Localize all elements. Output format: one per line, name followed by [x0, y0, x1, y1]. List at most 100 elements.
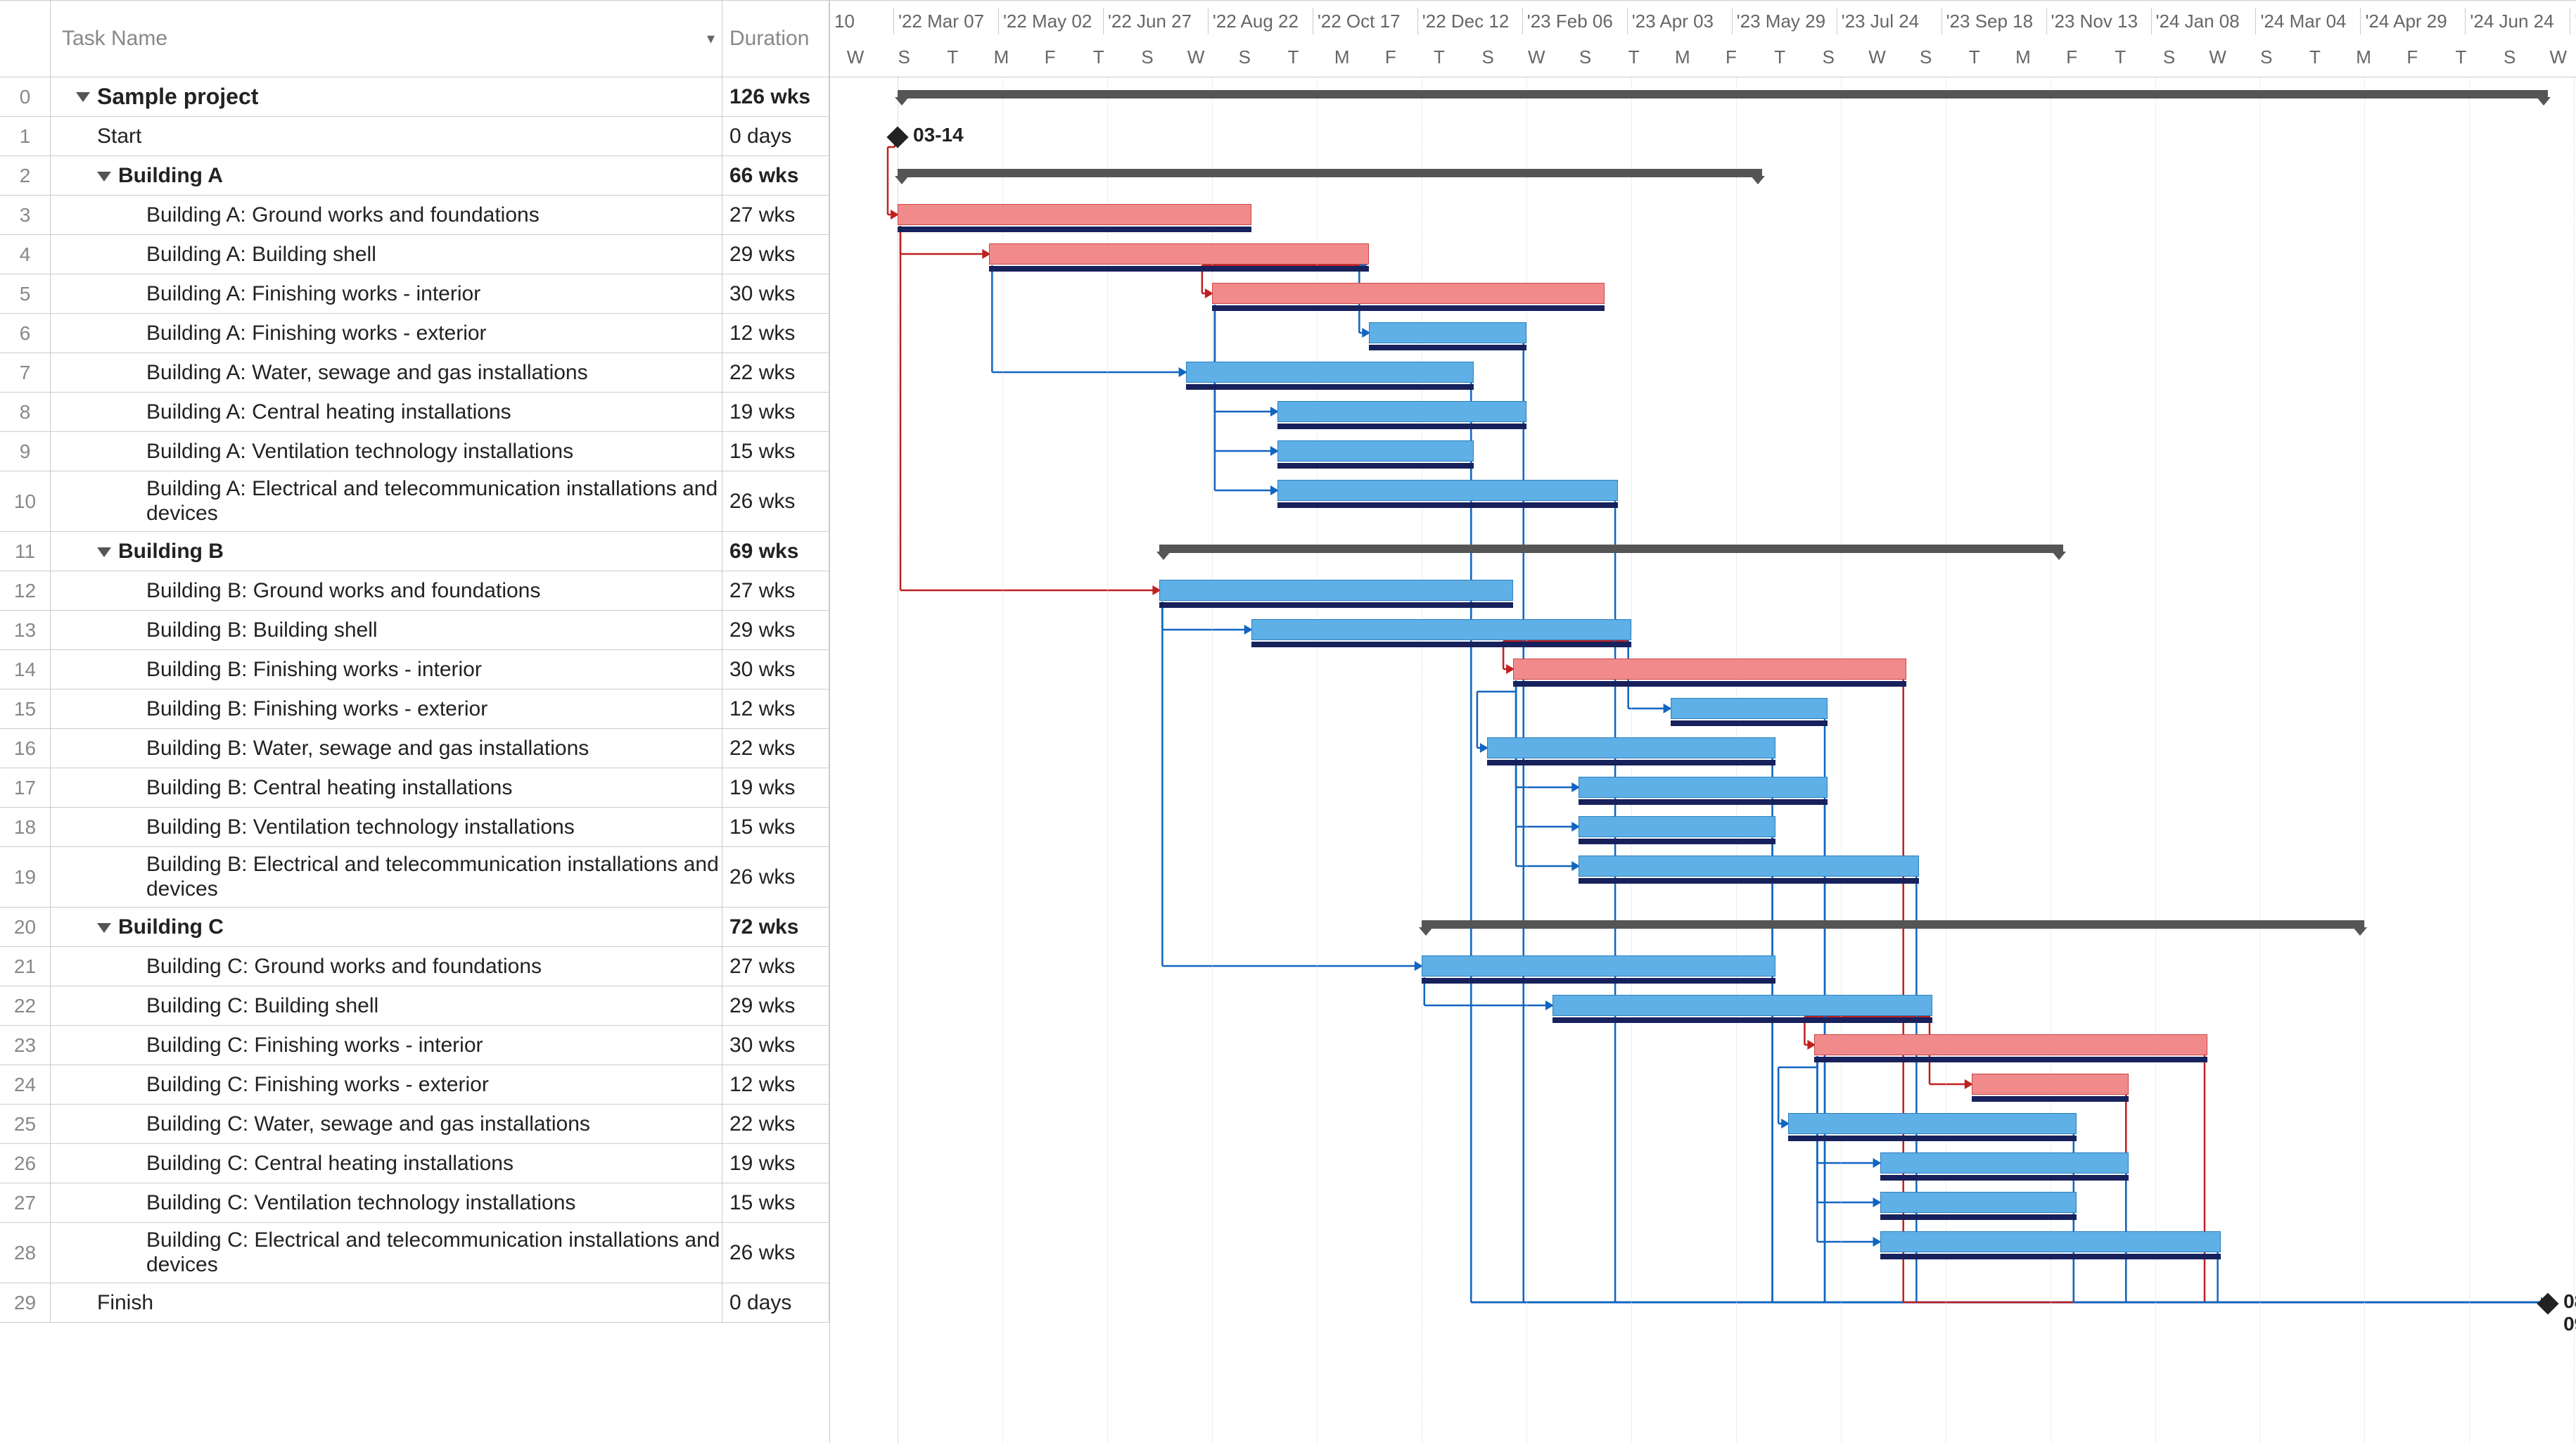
table-row[interactable]: 22Building C: Building shell29 wks [0, 986, 829, 1026]
row-duration-cell[interactable]: 30 wks [722, 650, 829, 689]
table-row[interactable]: 3Building A: Ground works and foundation… [0, 196, 829, 235]
row-duration-cell[interactable]: 30 wks [722, 1026, 829, 1064]
row-duration-cell[interactable]: 15 wks [722, 1183, 829, 1222]
row-name-cell[interactable]: Building A: Water, sewage and gas instal… [51, 353, 722, 392]
row-name-cell[interactable]: Building C: Central heating installation… [51, 1144, 722, 1183]
gantt-milestone-icon[interactable] [886, 126, 908, 148]
gantt-milestone-icon[interactable] [2537, 1292, 2559, 1314]
gantt-task-bar[interactable] [1972, 1074, 2129, 1095]
table-row[interactable]: 18Building B: Ventilation technology ins… [0, 808, 829, 847]
row-name-cell[interactable]: Building A: Central heating installation… [51, 393, 722, 431]
gantt-summary-bar[interactable] [1159, 545, 2063, 553]
gantt-task-bar[interactable] [1277, 401, 1526, 422]
table-row[interactable]: 26Building C: Central heating installati… [0, 1144, 829, 1183]
row-name-cell[interactable]: Building A: Ground works and foundations [51, 196, 722, 234]
gantt-summary-bar[interactable] [898, 169, 1762, 177]
row-duration-cell[interactable]: 22 wks [722, 1105, 829, 1143]
row-name-cell[interactable]: Building C: Finishing works - interior [51, 1026, 722, 1064]
table-row[interactable]: 2Building A66 wks [0, 156, 829, 196]
table-row[interactable]: 9Building A: Ventilation technology inst… [0, 432, 829, 471]
gantt-summary-bar[interactable] [898, 90, 2548, 98]
row-name-cell[interactable]: Start [51, 117, 722, 155]
row-name-cell[interactable]: Building C: Finishing works - exterior [51, 1065, 722, 1104]
row-duration-cell[interactable]: 29 wks [722, 235, 829, 274]
table-row[interactable]: 23Building C: Finishing works - interior… [0, 1026, 829, 1065]
gantt-task-bar[interactable] [1277, 440, 1474, 462]
row-name-cell[interactable]: Building A: Electrical and telecommunica… [51, 471, 722, 531]
row-name-cell[interactable]: Building B: Ground works and foundations [51, 571, 722, 610]
row-name-cell[interactable]: Building C: Ventilation technology insta… [51, 1183, 722, 1222]
row-name-cell[interactable]: Building C: Electrical and telecommunica… [51, 1223, 722, 1283]
table-row[interactable]: 20Building C72 wks [0, 908, 829, 947]
gantt-task-bar[interactable] [1186, 362, 1474, 383]
table-row[interactable]: 24Building C: Finishing works - exterior… [0, 1065, 829, 1105]
row-duration-cell[interactable]: 27 wks [722, 571, 829, 610]
row-duration-cell[interactable]: 27 wks [722, 196, 829, 234]
row-name-cell[interactable]: Building A: Ventilation technology insta… [51, 432, 722, 471]
row-duration-cell[interactable]: 26 wks [722, 1223, 829, 1283]
table-row[interactable]: 13Building B: Building shell29 wks [0, 611, 829, 650]
row-duration-cell[interactable]: 29 wks [722, 986, 829, 1025]
row-duration-cell[interactable]: 26 wks [722, 471, 829, 531]
row-duration-cell[interactable]: 26 wks [722, 847, 829, 907]
gantt-task-bar[interactable] [1880, 1192, 2077, 1213]
row-duration-cell[interactable]: 22 wks [722, 729, 829, 768]
gantt-task-bar[interactable] [1880, 1152, 2129, 1174]
row-duration-cell[interactable]: 15 wks [722, 808, 829, 846]
table-row[interactable]: 17Building B: Central heating installati… [0, 768, 829, 808]
row-duration-cell[interactable]: 12 wks [722, 1065, 829, 1104]
gantt-task-bar[interactable] [898, 204, 1251, 225]
row-duration-cell[interactable]: 19 wks [722, 393, 829, 431]
gantt-task-bar[interactable] [1212, 283, 1605, 304]
gantt-task-bar[interactable] [1788, 1113, 2077, 1134]
row-name-cell[interactable]: Building B [51, 532, 722, 571]
row-name-cell[interactable]: Building A: Building shell [51, 235, 722, 274]
row-name-cell[interactable]: Building C: Building shell [51, 986, 722, 1025]
row-duration-cell[interactable]: 0 days [722, 117, 829, 155]
row-name-cell[interactable]: Building B: Central heating installation… [51, 768, 722, 807]
row-duration-cell[interactable]: 69 wks [722, 532, 829, 571]
gantt-task-bar[interactable] [1579, 816, 1775, 837]
row-name-cell[interactable]: Building A: Finishing works - interior [51, 274, 722, 313]
gantt-task-bar[interactable] [1579, 777, 1828, 798]
row-name-cell[interactable]: Building A [51, 156, 722, 195]
gantt-task-bar[interactable] [1422, 955, 1775, 977]
gantt-task-bar[interactable] [1552, 995, 1932, 1016]
gantt-task-bar[interactable] [1251, 619, 1631, 640]
dropdown-icon[interactable]: ▾ [707, 0, 715, 77]
col-header-duration[interactable]: Duration [722, 1, 829, 77]
gantt-task-bar[interactable] [1814, 1034, 2207, 1055]
gantt-task-bar[interactable] [1880, 1231, 2221, 1252]
table-row[interactable]: 8Building A: Central heating installatio… [0, 393, 829, 432]
row-duration-cell[interactable]: 19 wks [722, 768, 829, 807]
table-row[interactable]: 25Building C: Water, sewage and gas inst… [0, 1105, 829, 1144]
table-row[interactable]: 10Building A: Electrical and telecommuni… [0, 471, 829, 532]
row-duration-cell[interactable]: 29 wks [722, 611, 829, 649]
row-name-cell[interactable]: Building C: Ground works and foundations [51, 947, 722, 986]
row-name-cell[interactable]: Building B: Finishing works - exterior [51, 689, 722, 728]
row-duration-cell[interactable]: 27 wks [722, 947, 829, 986]
row-name-cell[interactable]: Building C [51, 908, 722, 946]
collapse-caret-icon[interactable] [76, 92, 90, 102]
row-name-cell[interactable]: Building B: Electrical and telecommunica… [51, 847, 722, 907]
row-duration-cell[interactable]: 19 wks [722, 1144, 829, 1183]
table-row[interactable]: 7Building A: Water, sewage and gas insta… [0, 353, 829, 393]
row-duration-cell[interactable]: 12 wks [722, 314, 829, 352]
row-duration-cell[interactable]: 22 wks [722, 353, 829, 392]
col-header-taskname[interactable]: Task Name ▾ [51, 1, 722, 77]
gantt-summary-bar[interactable] [1422, 920, 2365, 929]
row-name-cell[interactable]: Finish [51, 1283, 722, 1322]
row-duration-cell[interactable]: 12 wks [722, 689, 829, 728]
table-row[interactable]: 29Finish0 days [0, 1283, 829, 1323]
gantt-task-bar[interactable] [1579, 856, 1919, 877]
row-duration-cell[interactable]: 0 days [722, 1283, 829, 1322]
table-row[interactable]: 14Building B: Finishing works - interior… [0, 650, 829, 689]
collapse-caret-icon[interactable] [97, 923, 111, 933]
table-row[interactable]: 6Building A: Finishing works - exterior1… [0, 314, 829, 353]
collapse-caret-icon[interactable] [97, 172, 111, 182]
row-duration-cell[interactable]: 30 wks [722, 274, 829, 313]
gantt-task-bar[interactable] [1369, 322, 1526, 343]
table-row[interactable]: 15Building B: Finishing works - exterior… [0, 689, 829, 729]
table-row[interactable]: 11Building B69 wks [0, 532, 829, 571]
table-row[interactable]: 28Building C: Electrical and telecommuni… [0, 1223, 829, 1283]
